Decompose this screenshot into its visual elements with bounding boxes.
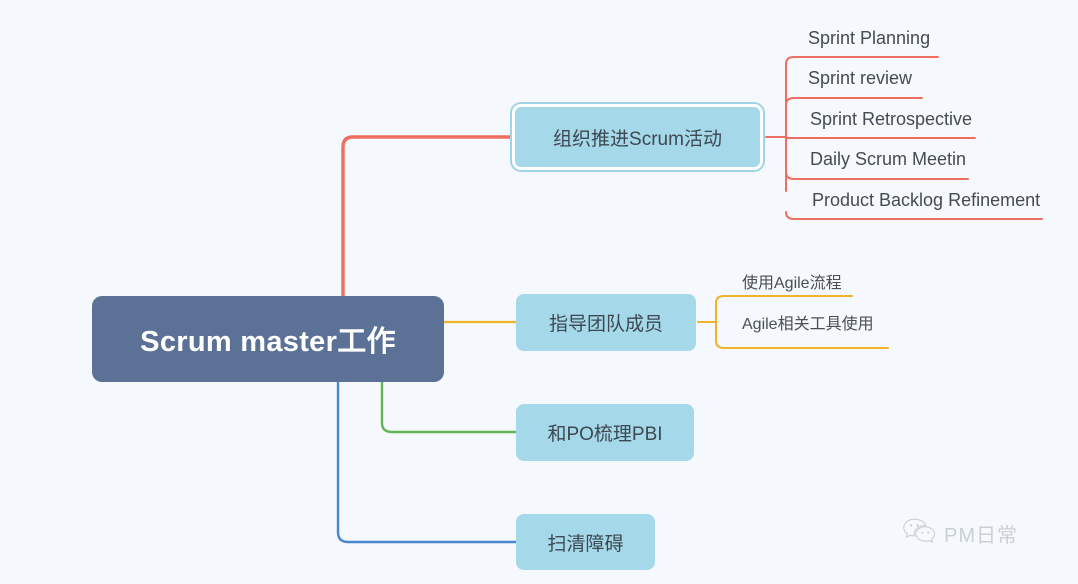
connector-child-agile-process (715, 295, 853, 304)
branch-node-coach-team-label: 指导团队成员 (548, 314, 663, 335)
leaf-node-sprint-review[interactable]: Sprint review (808, 69, 912, 87)
leaf-node-daily-scrum-meeting[interactable]: Daily Scrum Meetin (810, 150, 966, 168)
mindmap-canvas: Scrum master工作 组织推进Scrum活动 指导团队成员 和PO梳理P… (0, 0, 1078, 584)
leaf-node-agile-process[interactable]: 使用Agile流程 (742, 276, 842, 292)
connector-child-sprint-review (785, 97, 923, 106)
leaf-node-sprint-retrospective[interactable]: Sprint Retrospective (810, 110, 972, 128)
connector-lines (336, 56, 1043, 544)
connector-child-agile-tools (715, 340, 889, 349)
connector-root-to-po-pbi (380, 380, 518, 434)
connector-root-to-remove-blockers (336, 380, 518, 544)
connector-root-to-scrum-activities (341, 135, 514, 298)
watermark-text: PM日常 (944, 525, 1018, 547)
watermark: PM日常 (903, 518, 1018, 549)
connector-child-sprint-planning (785, 56, 939, 65)
branch-node-coach-team[interactable]: 指导团队成员 (516, 294, 696, 351)
leaf-node-sprint-planning[interactable]: Sprint Planning (808, 29, 930, 47)
connector-child-product-backlog (785, 211, 1043, 220)
branch-node-remove-blockers-label: 扫清障碍 (547, 533, 624, 555)
leaf-node-product-backlog-refinement[interactable]: Product Backlog Refinement (812, 191, 1040, 209)
root-node-label: Scrum master工作 (140, 326, 396, 358)
connector-child-daily-scrum (785, 171, 969, 180)
branch-node-po-pbi-label: 和PO梳理PBI (547, 424, 663, 445)
leaf-node-agile-tools[interactable]: Agile相关工具使用 (742, 317, 874, 333)
branch-node-scrum-activities[interactable]: 组织推进Scrum活动 (512, 104, 763, 170)
wechat-icon (903, 518, 937, 549)
branch-node-scrum-activities-label: 组织推进Scrum活动 (553, 128, 722, 150)
root-node[interactable]: Scrum master工作 (92, 296, 444, 382)
branch-node-remove-blockers[interactable]: 扫清障碍 (516, 514, 655, 570)
branch-node-po-pbi[interactable]: 和PO梳理PBI (516, 404, 694, 461)
